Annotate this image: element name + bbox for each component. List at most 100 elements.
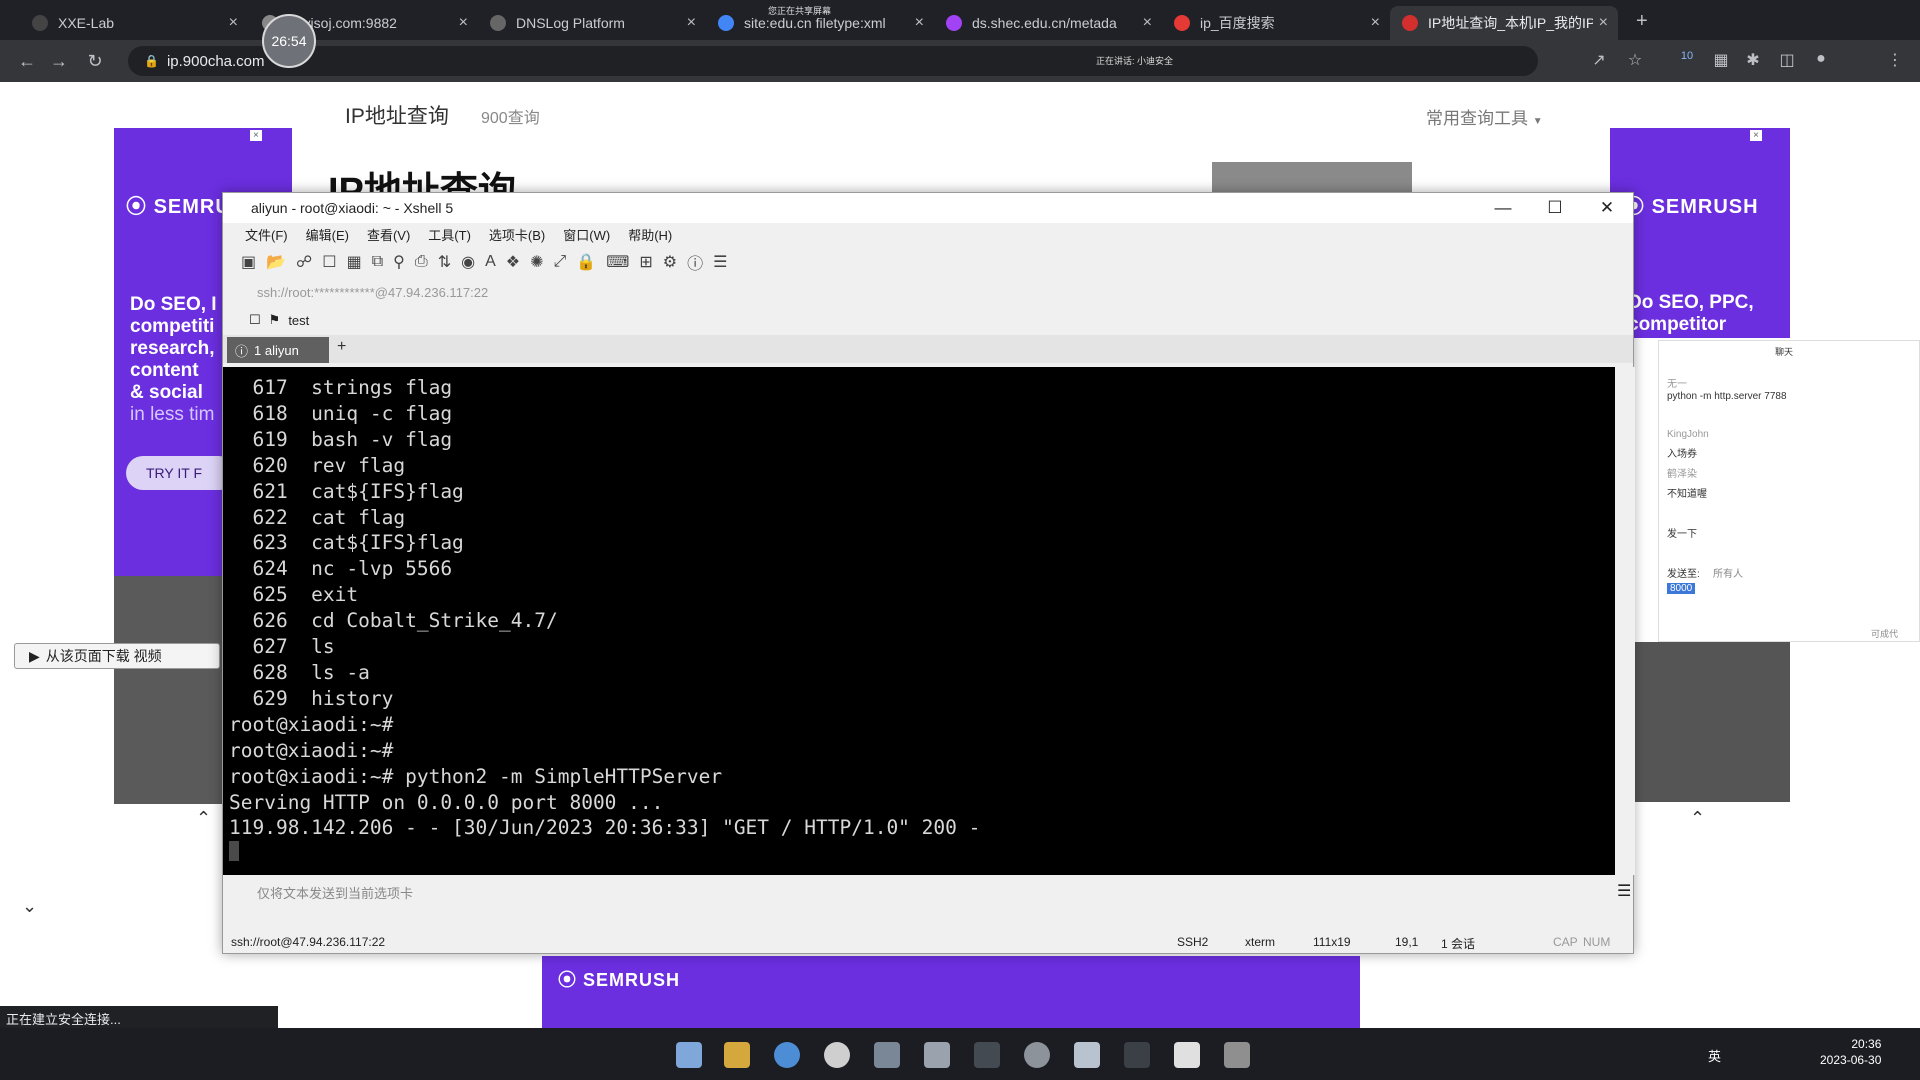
site-subtitle[interactable]: 900查询	[481, 104, 540, 128]
terminal-line: 618 uniq -c flag	[229, 401, 453, 425]
terminal-scrollbar[interactable]	[1615, 367, 1635, 875]
browser-tab[interactable]: IP地址查询_本机IP_我的IP ×	[1390, 6, 1618, 40]
open-folder-icon[interactable]: 📂	[266, 252, 286, 272]
fullscreen-icon[interactable]: ⤢	[553, 253, 566, 271]
terminal-output[interactable]: 617 strings flag 618 uniq -c flag 619 ba…	[223, 367, 1615, 875]
tab-close-icon[interactable]: ×	[687, 14, 696, 32]
ad-close-right[interactable]: ×	[1750, 130, 1762, 141]
tab-close-icon[interactable]: ×	[459, 14, 468, 32]
try-it-button[interactable]: TRY IT F	[126, 456, 236, 490]
link-test[interactable]: test	[288, 313, 309, 328]
close-button[interactable]: ✕	[1581, 193, 1633, 223]
tab-close-icon[interactable]: ×	[1143, 14, 1152, 32]
tab-favicon-icon	[490, 15, 506, 31]
tab-close-icon[interactable]: ×	[229, 14, 238, 32]
new-session-icon[interactable]: ▣	[241, 252, 256, 272]
add-tab-button[interactable]: +	[337, 338, 346, 356]
add-icon[interactable]: ⊞	[639, 252, 652, 272]
tab-close-icon[interactable]: ×	[1371, 14, 1380, 32]
tab-favicon-icon	[946, 15, 962, 31]
xmanager-icon[interactable]: ✺	[530, 252, 543, 272]
download-video-button[interactable]: ▶ 从该页面下载 视频	[14, 643, 220, 669]
menu-window[interactable]: 窗口(W)	[563, 225, 610, 244]
chat-input[interactable]: 8000	[1667, 583, 1696, 594]
app-icon-1[interactable]	[874, 1042, 900, 1068]
reload-icon[interactable]: ↻	[82, 48, 108, 74]
ad-close-left[interactable]: ×	[250, 130, 262, 141]
app-icon-3[interactable]	[974, 1042, 1000, 1068]
ad-copy-right: Do SEO, PPC, competitor	[1628, 292, 1754, 335]
help-icon[interactable]: ⓘ	[687, 250, 703, 274]
tab-close-icon[interactable]: ×	[1599, 14, 1608, 32]
app-icon-6[interactable]	[1124, 1042, 1150, 1068]
collapse-ad-right-icon[interactable]: ⌃	[1690, 808, 1705, 829]
disconnect-icon[interactable]: ☐	[322, 252, 336, 272]
extension-icon[interactable]: ▦	[1710, 50, 1732, 72]
right-ad[interactable]: ⦿ SEMRUSH Do SEO, PPC, competitor ×	[1610, 128, 1790, 338]
edge-icon[interactable]	[774, 1042, 800, 1068]
minimize-button[interactable]: —	[1477, 193, 1529, 223]
browser-tab[interactable]: XXE-Lab ×	[20, 6, 248, 40]
site-title[interactable]: IP地址查询	[345, 100, 449, 130]
lock-toolbar-icon[interactable]: 🔒	[576, 252, 596, 272]
maximize-button[interactable]: ☐	[1529, 193, 1581, 223]
find-icon[interactable]: ⚲	[393, 252, 405, 272]
menu-help[interactable]: 帮助(H)	[628, 225, 672, 244]
app-icon-2[interactable]	[924, 1042, 950, 1068]
browser-tab[interactable]: ip_百度搜索 ×	[1162, 6, 1390, 40]
transfer-icon[interactable]: ⇅	[438, 252, 451, 272]
chat-bubble-icon[interactable]: ☰	[713, 252, 727, 272]
globe-icon[interactable]: ◉	[461, 252, 475, 272]
browser-tab[interactable]: ds.shec.edu.cn/metada ×	[934, 6, 1162, 40]
new-tab-button[interactable]: +	[1636, 10, 1648, 33]
settings-icon[interactable]: ⚙	[663, 252, 677, 272]
compose-menu-icon[interactable]: ☰	[1617, 881, 1631, 901]
bottom-ad[interactable]: ⦿ SEMRUSH	[542, 956, 1360, 1028]
menu-tabs[interactable]: 选项卡(B)	[489, 225, 545, 244]
tab-session-aliyun[interactable]: ⓘ 1 aliyun	[227, 337, 329, 363]
download-badge[interactable]: 10	[1676, 50, 1698, 72]
share-icon[interactable]: ↗	[1588, 50, 1610, 72]
ad-brand-bottom: ⦿ SEMRUSH	[558, 970, 681, 990]
sidepanel-icon[interactable]: ◫	[1776, 50, 1798, 72]
back-icon[interactable]: ←	[14, 48, 40, 74]
chevron-down-icon[interactable]: ⌄	[22, 896, 37, 917]
copy-icon[interactable]: ⧉	[372, 253, 383, 271]
puzzle-icon[interactable]: ✱	[1742, 50, 1764, 72]
profile-icon[interactable]: ●	[1810, 50, 1832, 72]
compose-bar[interactable]: 仅将文本发送到当前选项卡	[223, 879, 1633, 905]
font-icon[interactable]: A	[485, 253, 496, 271]
chat-msg-4: 发一下	[1667, 529, 1697, 540]
app-icon-4[interactable]	[1024, 1042, 1050, 1068]
menu-icon[interactable]: ⋮	[1884, 50, 1906, 72]
clock[interactable]: 20:36 2023-06-30	[1820, 1036, 1881, 1068]
explorer-icon[interactable]	[724, 1042, 750, 1068]
send-to-dropdown[interactable]: 所有人	[1713, 565, 1743, 580]
collapse-ad-left-icon[interactable]: ⌃	[196, 808, 211, 829]
link-bar-icon[interactable]: ☐	[249, 312, 261, 328]
properties-icon[interactable]: ▦	[347, 252, 362, 272]
xshell-taskbar-icon[interactable]	[1174, 1042, 1200, 1068]
menu-view[interactable]: 查看(V)	[367, 225, 410, 244]
menu-tools[interactable]: 工具(T)	[428, 225, 471, 244]
forward-icon[interactable]: →	[46, 48, 72, 74]
status-terminal: xterm	[1245, 935, 1275, 949]
chat-user-1: 无一	[1667, 379, 1687, 390]
address-bar[interactable]: 🔒 ip.900cha.com	[128, 46, 1538, 76]
star-icon[interactable]: ☆	[1624, 50, 1646, 72]
tab-close-icon[interactable]: ×	[915, 14, 924, 32]
xftp-icon[interactable]: ❖	[506, 252, 520, 272]
keyboard-icon[interactable]: ⌨	[606, 252, 629, 272]
app-icon-7[interactable]	[1224, 1042, 1250, 1068]
print-icon[interactable]: ⎙	[415, 253, 428, 271]
tools-dropdown[interactable]: 常用查询工具 ▼	[1426, 104, 1543, 129]
menu-edit[interactable]: 编辑(E)	[306, 225, 349, 244]
session-address-bar[interactable]: ssh://root:************@47.94.236.117:22	[231, 279, 1631, 305]
app-icon-5[interactable]	[1074, 1042, 1100, 1068]
ime-indicator[interactable]: 英	[1708, 1046, 1721, 1065]
menu-file[interactable]: 文件(F)	[245, 225, 288, 244]
start-icon[interactable]	[676, 1042, 702, 1068]
connect-icon[interactable]: ☍	[296, 252, 312, 272]
chrome-icon[interactable]	[824, 1042, 850, 1068]
browser-tab[interactable]: DNSLog Platform ×	[478, 6, 706, 40]
